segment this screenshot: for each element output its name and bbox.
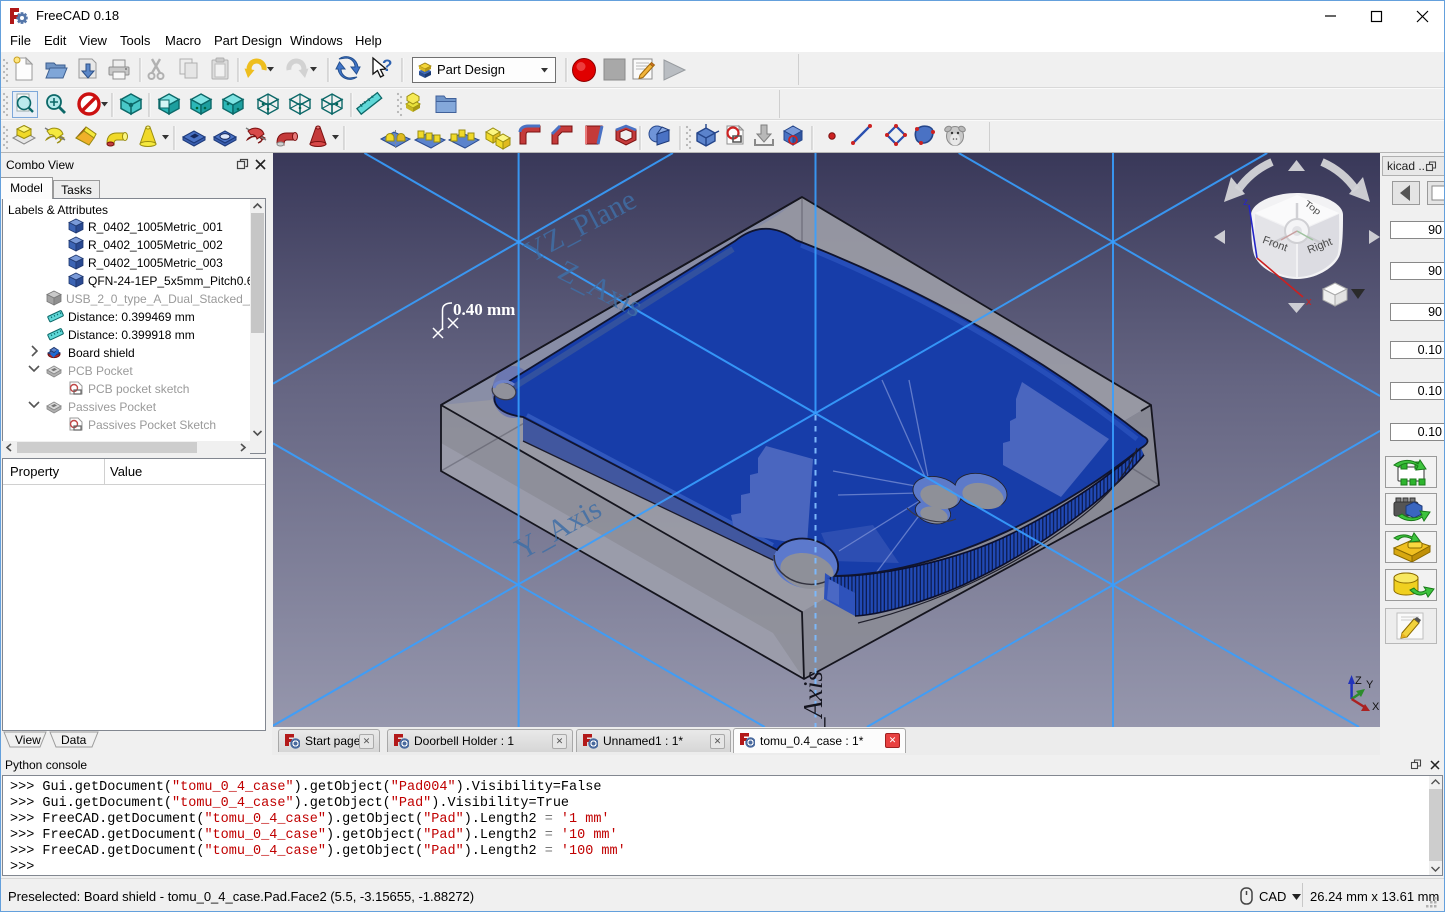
svg-text:R_0402_1005Metric_003: R_0402_1005Metric_003	[88, 256, 223, 270]
svg-text:0.40 mm: 0.40 mm	[453, 300, 515, 319]
svg-text:Distance: 0.399918 mm: Distance: 0.399918 mm	[68, 328, 195, 342]
svg-text:?: ?	[382, 56, 392, 75]
svg-text:Board shield: Board shield	[68, 346, 135, 360]
svg-text:PCB Pocket: PCB Pocket	[68, 364, 133, 378]
svg-text:Part Design: Part Design	[437, 62, 505, 77]
svg-text:QFN-24-1EP_5x5mm_Pitch0.65: QFN-24-1EP_5x5mm_Pitch0.65	[88, 274, 250, 288]
svg-text:z: z	[1243, 197, 1248, 208]
svg-text:Distance: 0.399469 mm: Distance: 0.399469 mm	[68, 310, 195, 324]
svg-text:R_0402_1005Metric_001: R_0402_1005Metric_001	[88, 220, 223, 234]
svg-text:Data: Data	[61, 733, 87, 747]
svg-text:x: x	[1306, 296, 1312, 308]
svg-text:Z: Z	[1355, 675, 1362, 687]
svg-text:R_0402_1005Metric_002: R_0402_1005Metric_002	[88, 238, 223, 252]
svg-text:Passives Pocket: Passives Pocket	[68, 400, 157, 414]
svg-text:USB_2_0_type_A_Dual_Stacked_ja: USB_2_0_type_A_Dual_Stacked_jac	[66, 292, 250, 306]
svg-text:Y: Y	[1366, 679, 1374, 691]
svg-text:PCB pocket sketch: PCB pocket sketch	[88, 382, 189, 396]
svg-text:View: View	[15, 733, 41, 747]
svg-text:X: X	[1372, 701, 1380, 713]
svg-text:Passives Pocket Sketch: Passives Pocket Sketch	[88, 418, 216, 432]
svg-text:_Axis: _Axis	[798, 671, 828, 727]
